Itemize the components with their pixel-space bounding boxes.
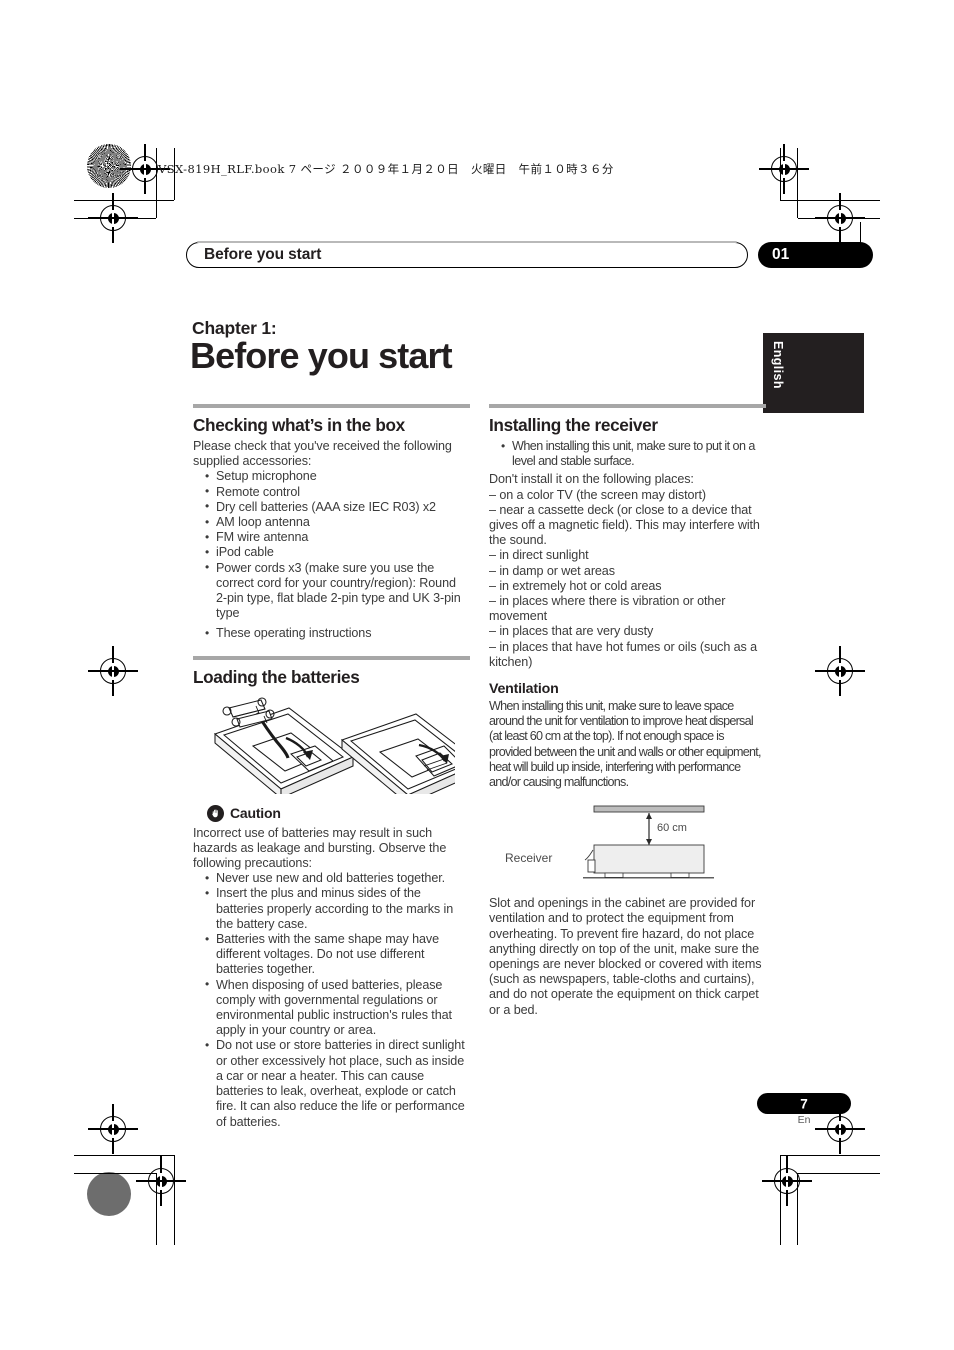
- crop-mark-top-right: [780, 148, 880, 238]
- heading-loading-batteries: Loading the batteries: [193, 666, 360, 687]
- heading-installing-receiver: Installing the receiver: [489, 415, 658, 435]
- section-rule: [193, 655, 470, 660]
- page-language-code: En: [797, 1114, 811, 1126]
- list-item: in damp or wet areas: [489, 564, 766, 579]
- chapter-number-badge: 01: [758, 242, 873, 268]
- remote-control-battery-loading-illustration: [193, 694, 482, 805]
- list-item: in extremely hot or cold areas: [489, 579, 766, 594]
- ventilation-paragraph: When installing this unit, make sure to …: [489, 699, 761, 790]
- chapter-number-text: 01: [772, 246, 790, 263]
- dont-install-list: on a color TV (the screen may distort) n…: [489, 488, 766, 670]
- page-title: Before you start: [190, 335, 453, 376]
- running-header-bar: Before you start: [186, 240, 748, 268]
- section-rule: [489, 404, 766, 408]
- caution-label: Caution: [230, 805, 281, 822]
- list-item: When installing this unit, make sure to …: [501, 438, 766, 469]
- running-header-title: Before you start: [204, 246, 322, 263]
- heading-checking-box: Checking what’s in the box: [193, 415, 405, 435]
- page-number-badge: 7: [757, 1093, 851, 1114]
- list-item: in places where there is vibration or ot…: [489, 594, 766, 624]
- list-item: Batteries with the same shape may have d…: [205, 932, 470, 978]
- section-rule: [193, 404, 470, 408]
- dont-install-intro: Don't install it on the following places…: [489, 472, 694, 487]
- caution-block: Caution: [207, 804, 470, 822]
- caution-intro: Incorrect use of batteries may result in…: [193, 825, 447, 871]
- list-item: in places that are very dusty: [489, 624, 766, 639]
- ventilation-clearance-diagram: 60 cm Receiver: [489, 800, 766, 887]
- registration-mark-bottom-left-inner: [88, 1104, 138, 1154]
- list-item: iPod cable: [205, 545, 470, 560]
- caution-list: Never use new and old batteries together…: [193, 871, 470, 1129]
- list-item: near a cassette deck (or close to a devi…: [489, 503, 766, 549]
- registration-mark-mid-left: [88, 646, 138, 696]
- list-item: Never use new and old batteries together…: [205, 871, 470, 886]
- ventilation-closing-paragraph: Slot and openings in the cabinet are pro…: [489, 896, 762, 1017]
- list-item: When disposing of used batteries, please…: [205, 977, 470, 1039]
- heading-ventilation: Ventilation: [489, 681, 559, 698]
- left-column: Checking what’s in the box Please check …: [193, 404, 482, 1130]
- list-item: in direct sunlight: [489, 548, 766, 563]
- clearance-label: 60 cm: [657, 822, 687, 834]
- print-file-header-line: VSX-819H_RLF.book 7 ページ ２００９年１月２０日 火曜日 午…: [158, 162, 614, 176]
- list-item: Setup microphone: [205, 469, 470, 484]
- right-column: Installing the receiver When installing …: [489, 404, 766, 1018]
- caution-hand-icon: [207, 804, 224, 822]
- list-item: on a color TV (the screen may distort): [489, 488, 766, 503]
- crop-mark-bottom-left: [74, 1155, 176, 1245]
- list-item: AM loop antenna: [205, 515, 470, 530]
- list-item: Remote control: [205, 484, 470, 500]
- list-item: Dry cell batteries (AAA size IEC R03) x2: [205, 499, 470, 515]
- list-item: in places that have hot fumes or oils (s…: [489, 640, 766, 670]
- checking-box-intro: Please check that you've received the fo…: [193, 439, 452, 469]
- list-item: Do not use or store batteries in direct …: [205, 1038, 470, 1129]
- list-item: FM wire antenna: [205, 530, 470, 545]
- crop-mark-bottom-right: [780, 1155, 880, 1245]
- list-item: Power cords x3 (make sure you use the co…: [205, 560, 470, 622]
- list-item: These operating instructions: [205, 626, 470, 641]
- page-number: 7: [800, 1096, 808, 1111]
- receiver-label: Receiver: [505, 851, 552, 865]
- language-side-tab-label: English: [771, 341, 785, 389]
- chapter-tab-leader-line: [860, 222, 862, 244]
- checking-box-list: Setup microphone Remote control Dry cell…: [193, 469, 470, 641]
- list-item: Insert the plus and minus sides of the b…: [205, 886, 470, 932]
- registration-mark-mid-right: [815, 646, 865, 696]
- language-side-tab: English: [763, 333, 864, 413]
- installing-receiver-bullets: When installing this unit, make sure to …: [489, 438, 766, 469]
